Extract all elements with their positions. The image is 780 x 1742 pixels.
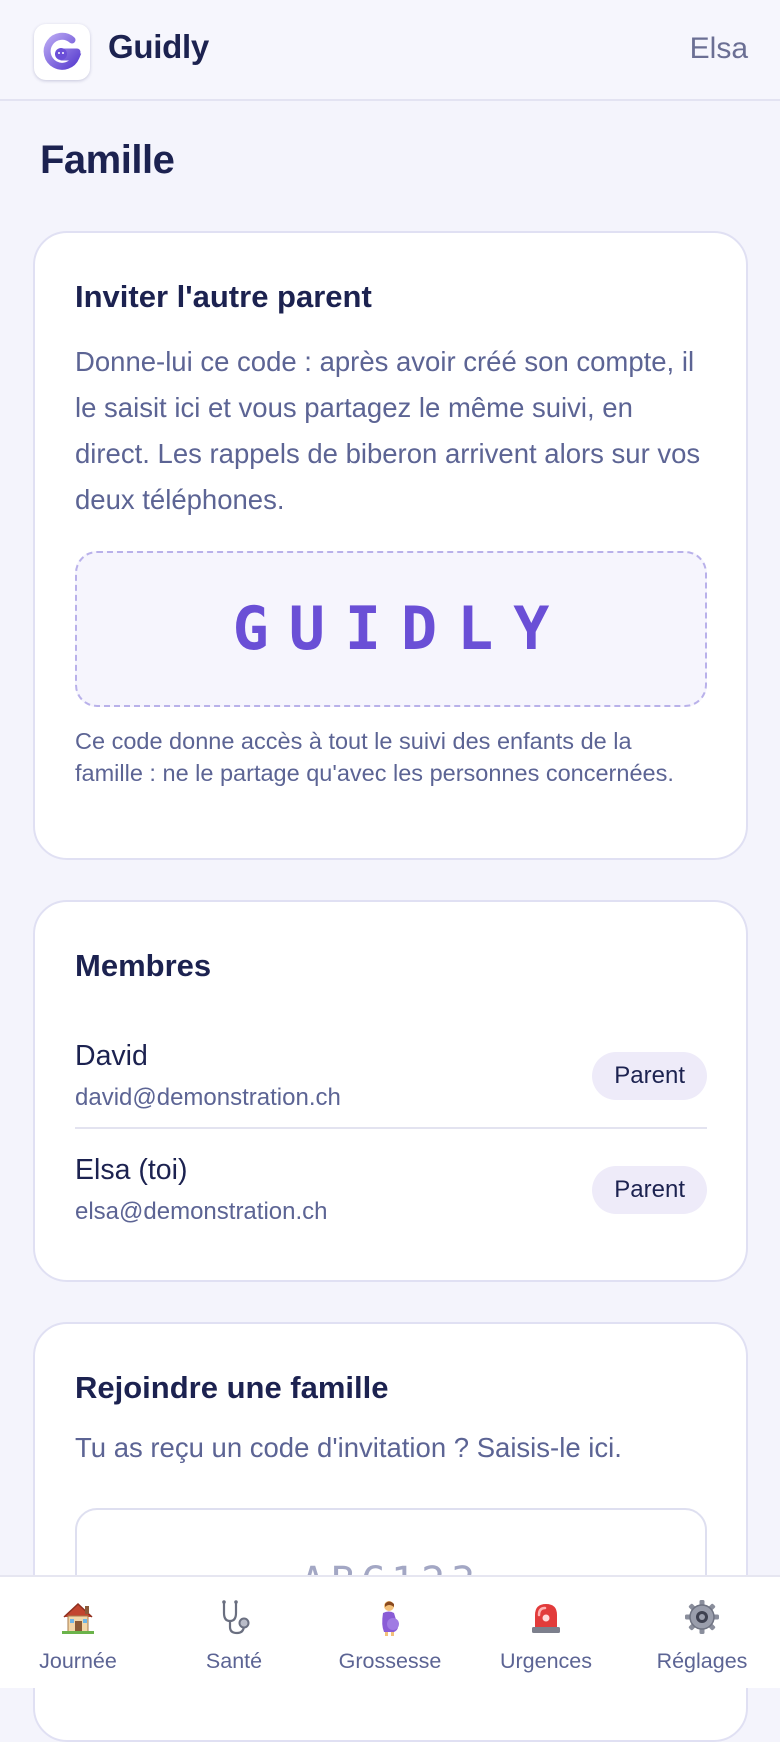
nav-label: Santé [205,1649,263,1673]
siren-icon [526,1597,566,1637]
nav-label: Réglages [656,1649,748,1673]
nav-item-urgences[interactable]: Urgences [468,1577,624,1690]
invite-code-box[interactable]: GUIDLY [75,551,707,707]
stethoscope-icon [214,1597,254,1637]
bottom-nav: Journée Santé Grossesse Urgences Réglage… [0,1575,780,1688]
role-badge: Parent [592,1052,707,1100]
member-row: David david@demonstration.ch Parent [75,1040,707,1130]
invite-card: Inviter l'autre parent Donne-lui ce code… [33,231,748,860]
app-header: Guidly Elsa [0,0,780,101]
nav-label: Journée [39,1649,117,1673]
members-title: Membres [75,948,212,983]
nav-item-reglages[interactable]: Réglages [624,1577,780,1690]
member-divider [75,1127,707,1129]
invite-code-note: Ce code donne accès à tout le suivi des … [75,728,674,786]
user-menu-link[interactable]: Elsa [690,32,748,66]
join-title: Rejoindre une famille [75,1370,389,1405]
nav-label: Urgences [499,1649,592,1673]
invite-title: Inviter l'autre parent [75,279,372,314]
nav-label: Grossesse [338,1649,442,1673]
nav-item-grossesse[interactable]: Grossesse [312,1577,468,1690]
member-email: david@demonstration.ch [75,1084,341,1111]
house-icon [58,1597,98,1637]
invite-description: Donne-lui ce code : après avoir créé son… [75,346,701,515]
role-badge: Parent [592,1166,707,1214]
nav-item-sante[interactable]: Santé [156,1577,312,1690]
join-description: Tu as reçu un code d'invitation ? Saisis… [75,1432,622,1463]
member-name: David [75,1040,148,1072]
gear-icon [682,1597,722,1637]
member-row: Elsa (toi) elsa@demonstration.ch Parent [75,1154,707,1244]
pregnant-person-icon [370,1597,410,1637]
brand-name: Guidly [108,28,209,65]
invite-code[interactable]: GUIDLY [213,594,570,664]
member-name: Elsa (toi) [75,1154,188,1186]
member-email: elsa@demonstration.ch [75,1198,328,1225]
guidly-logo-icon[interactable] [34,24,90,80]
page-title: Famille [40,138,175,182]
nav-item-journee[interactable]: Journée [0,1577,156,1690]
members-card: Membres David david@demonstration.ch Par… [33,900,748,1282]
